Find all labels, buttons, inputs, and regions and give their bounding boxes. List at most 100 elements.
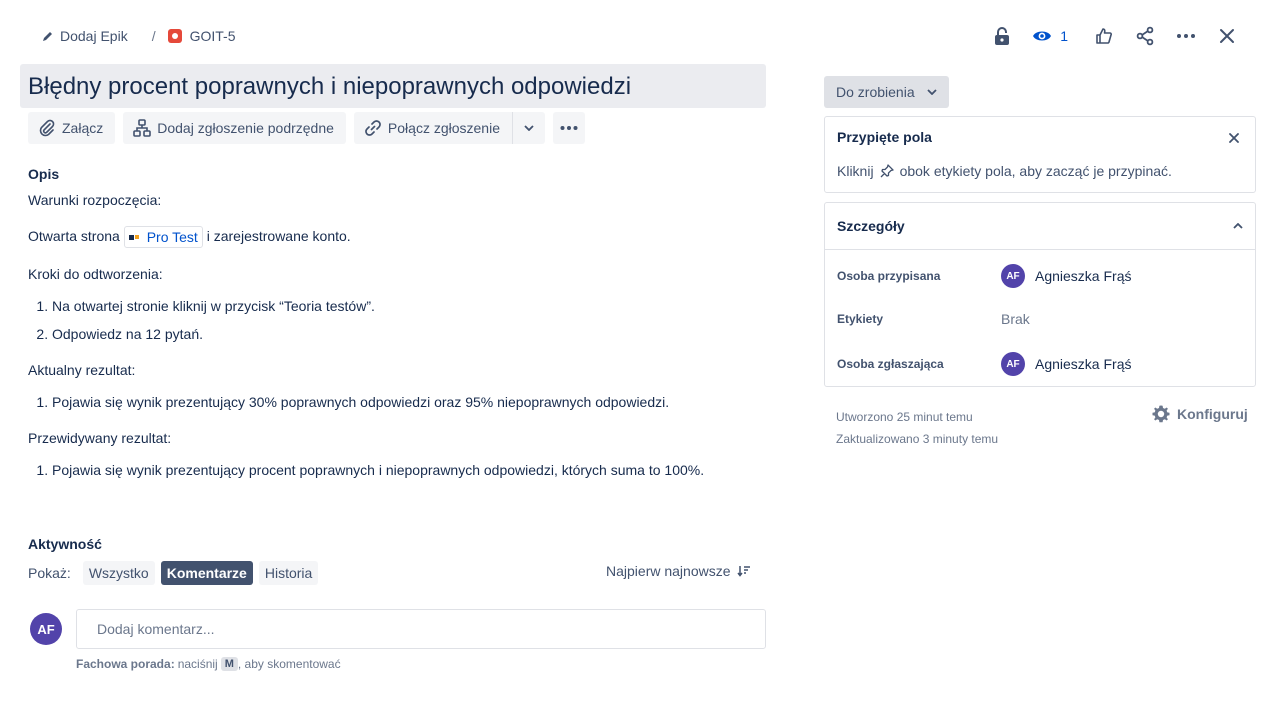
preconditions-label: Warunki rozpoczęcia:	[28, 192, 162, 208]
more-icon	[560, 126, 578, 130]
pro-test-link[interactable]: Pro Test	[123, 226, 203, 249]
assignee-value[interactable]: AF Agnieszka Frąś	[1001, 264, 1131, 288]
close-icon	[1229, 133, 1239, 143]
shortcut-key: M	[220, 657, 238, 671]
breadcrumb: Dodaj Epik / GOIT-5	[42, 26, 236, 46]
steps-label: Kroki do odtworzenia:	[28, 266, 163, 283]
reporter-name: Agnieszka Frąś	[1035, 356, 1132, 372]
pro-test-link-text: Pro Test	[146, 229, 198, 246]
issue-toolbar: Załącz Dodaj zgłoszenie podrzędne Połącz…	[28, 112, 585, 144]
labels-value[interactable]: Brak	[1001, 311, 1030, 327]
bug-icon	[167, 29, 182, 43]
add-child-issue-label: Dodaj zgłoszenie podrzędne	[157, 120, 334, 136]
expected-result-list: Pojawia się wynik prezentujący procent p…	[52, 460, 768, 480]
pencil-icon	[42, 30, 54, 42]
issue-key-link[interactable]: GOIT-5	[167, 28, 236, 44]
header-actions: 1	[977, 22, 1243, 50]
status-dropdown[interactable]: Do zrobienia	[824, 76, 949, 108]
field-label: Osoba przypisana	[837, 269, 941, 283]
site-favicon-icon	[128, 233, 143, 241]
status-label: Do zrobienia	[836, 84, 915, 100]
more-actions-button[interactable]	[1170, 22, 1202, 50]
avatar: AF	[1001, 352, 1025, 376]
field-label: Osoba zgłaszająca	[837, 357, 944, 371]
avatar: AF	[30, 613, 62, 645]
close-button[interactable]	[1211, 22, 1243, 50]
pinned-hint-pre: Kliknij	[837, 163, 874, 179]
pro-tip: Fachowa porada: naciśnij M, aby skomento…	[76, 657, 341, 671]
pro-tip-pre: naciśnij	[177, 657, 218, 671]
sort-button[interactable]: Najpierw najnowsze	[606, 563, 751, 579]
configure-button[interactable]: Konfiguruj	[1151, 404, 1248, 424]
paperclip-icon	[39, 119, 55, 137]
pinned-hint: Kliknij obok etykiety pola, aby zacząć j…	[837, 163, 1172, 179]
pinned-close-button[interactable]	[1225, 129, 1243, 147]
pin-icon	[880, 164, 894, 178]
attach-label: Załącz	[62, 120, 104, 136]
field-assignee: Osoba przypisana AF Agnieszka Frąś	[837, 260, 1247, 292]
reporter-value[interactable]: AF Agnieszka Frąś	[1001, 352, 1131, 376]
toolbar-more-button[interactable]	[552, 112, 585, 144]
add-child-issue-button[interactable]: Dodaj zgłoszenie podrzędne	[123, 112, 346, 144]
activity-filters: Pokaż: Wszystko Komentarze Historia	[28, 561, 319, 585]
close-icon	[1220, 29, 1234, 43]
precondition-suffix: i zarejestrowane konto.	[206, 228, 351, 244]
preconditions-text: Otwarta strona Pro Test i zarejestrowane…	[28, 226, 768, 249]
description-heading: Opis	[28, 166, 60, 182]
link-issue-group: Połącz zgłoszenie	[353, 112, 545, 144]
expected-result-label: Przewidywany rezultat:	[28, 430, 172, 447]
link-issue-label: Połącz zgłoszenie	[387, 120, 500, 136]
comment-input[interactable]	[76, 609, 766, 649]
link-issue-button[interactable]: Połącz zgłoszenie	[354, 112, 512, 144]
pinned-hint-post: obok etykiety pola, aby zacząć je przypi…	[899, 163, 1172, 179]
activity-heading: Aktywność	[28, 536, 102, 552]
show-label: Pokaż:	[28, 565, 71, 581]
watch-count: 1	[1060, 28, 1068, 44]
list-item: Pojawia się wynik prezentujący 30% popra…	[52, 392, 768, 412]
thumbs-up-icon	[1096, 28, 1112, 44]
add-epic-link[interactable]: Dodaj Epik	[42, 28, 128, 44]
created-timestamp: Utworzono 25 minut temu	[836, 410, 973, 424]
chevron-down-icon	[524, 125, 534, 131]
actual-result-label: Aktualny rezultat:	[28, 362, 136, 379]
details-title: Szczegóły	[837, 218, 905, 234]
filter-comments[interactable]: Komentarze	[160, 561, 253, 585]
pro-tip-bold: Fachowa porada:	[76, 657, 175, 671]
list-item: Odpowiedz na 12 pytań.	[52, 324, 768, 344]
hierarchy-icon	[133, 119, 152, 137]
filter-all[interactable]: Wszystko	[82, 561, 155, 585]
filter-history[interactable]: Historia	[258, 561, 319, 585]
link-issue-dropdown[interactable]	[513, 112, 545, 144]
issue-timestamps: Utworzono 25 minut temu Zaktualizowano 3…	[836, 406, 998, 450]
sort-descending-icon	[736, 566, 750, 577]
list-item: Pojawia się wynik prezentujący procent p…	[52, 460, 768, 480]
watch-button[interactable]: 1	[1032, 28, 1068, 44]
pinned-fields-title: Przypięte pola	[837, 129, 932, 145]
lock-button[interactable]	[986, 22, 1018, 50]
attach-button[interactable]: Załącz	[28, 112, 116, 144]
configure-label: Konfiguruj	[1177, 406, 1248, 422]
lock-icon	[995, 27, 1010, 45]
precondition-prefix: Otwarta strona	[28, 228, 120, 244]
chevron-down-icon	[926, 89, 937, 95]
field-labels: Etykiety Brak	[837, 303, 1247, 335]
details-panel: Szczegóły Osoba przypisana AF Agnieszka …	[824, 202, 1256, 387]
chevron-up-icon	[1233, 223, 1243, 229]
assignee-name: Agnieszka Frąś	[1035, 268, 1132, 284]
issue-title[interactable]: Błędny procent poprawnych i niepoprawnyc…	[20, 64, 766, 108]
share-icon	[1136, 26, 1154, 46]
link-icon	[365, 120, 381, 136]
add-epic-label: Dodaj Epik	[60, 28, 128, 44]
share-button[interactable]	[1129, 22, 1161, 50]
eye-icon	[1033, 31, 1052, 41]
details-header[interactable]: Szczegóły	[825, 203, 1255, 250]
issue-key: GOIT-5	[189, 28, 236, 44]
actual-result-list: Pojawia się wynik prezentujący 30% popra…	[52, 392, 768, 412]
gear-icon	[1152, 405, 1170, 423]
field-reporter: Osoba zgłaszająca AF Agnieszka Frąś	[837, 348, 1247, 380]
more-icon	[1177, 34, 1195, 38]
field-label: Etykiety	[837, 312, 884, 326]
avatar: AF	[1001, 264, 1025, 288]
vote-button[interactable]	[1088, 22, 1120, 50]
description[interactable]: Opis Warunki rozpoczęcia: Otwarta strona…	[28, 164, 768, 496]
